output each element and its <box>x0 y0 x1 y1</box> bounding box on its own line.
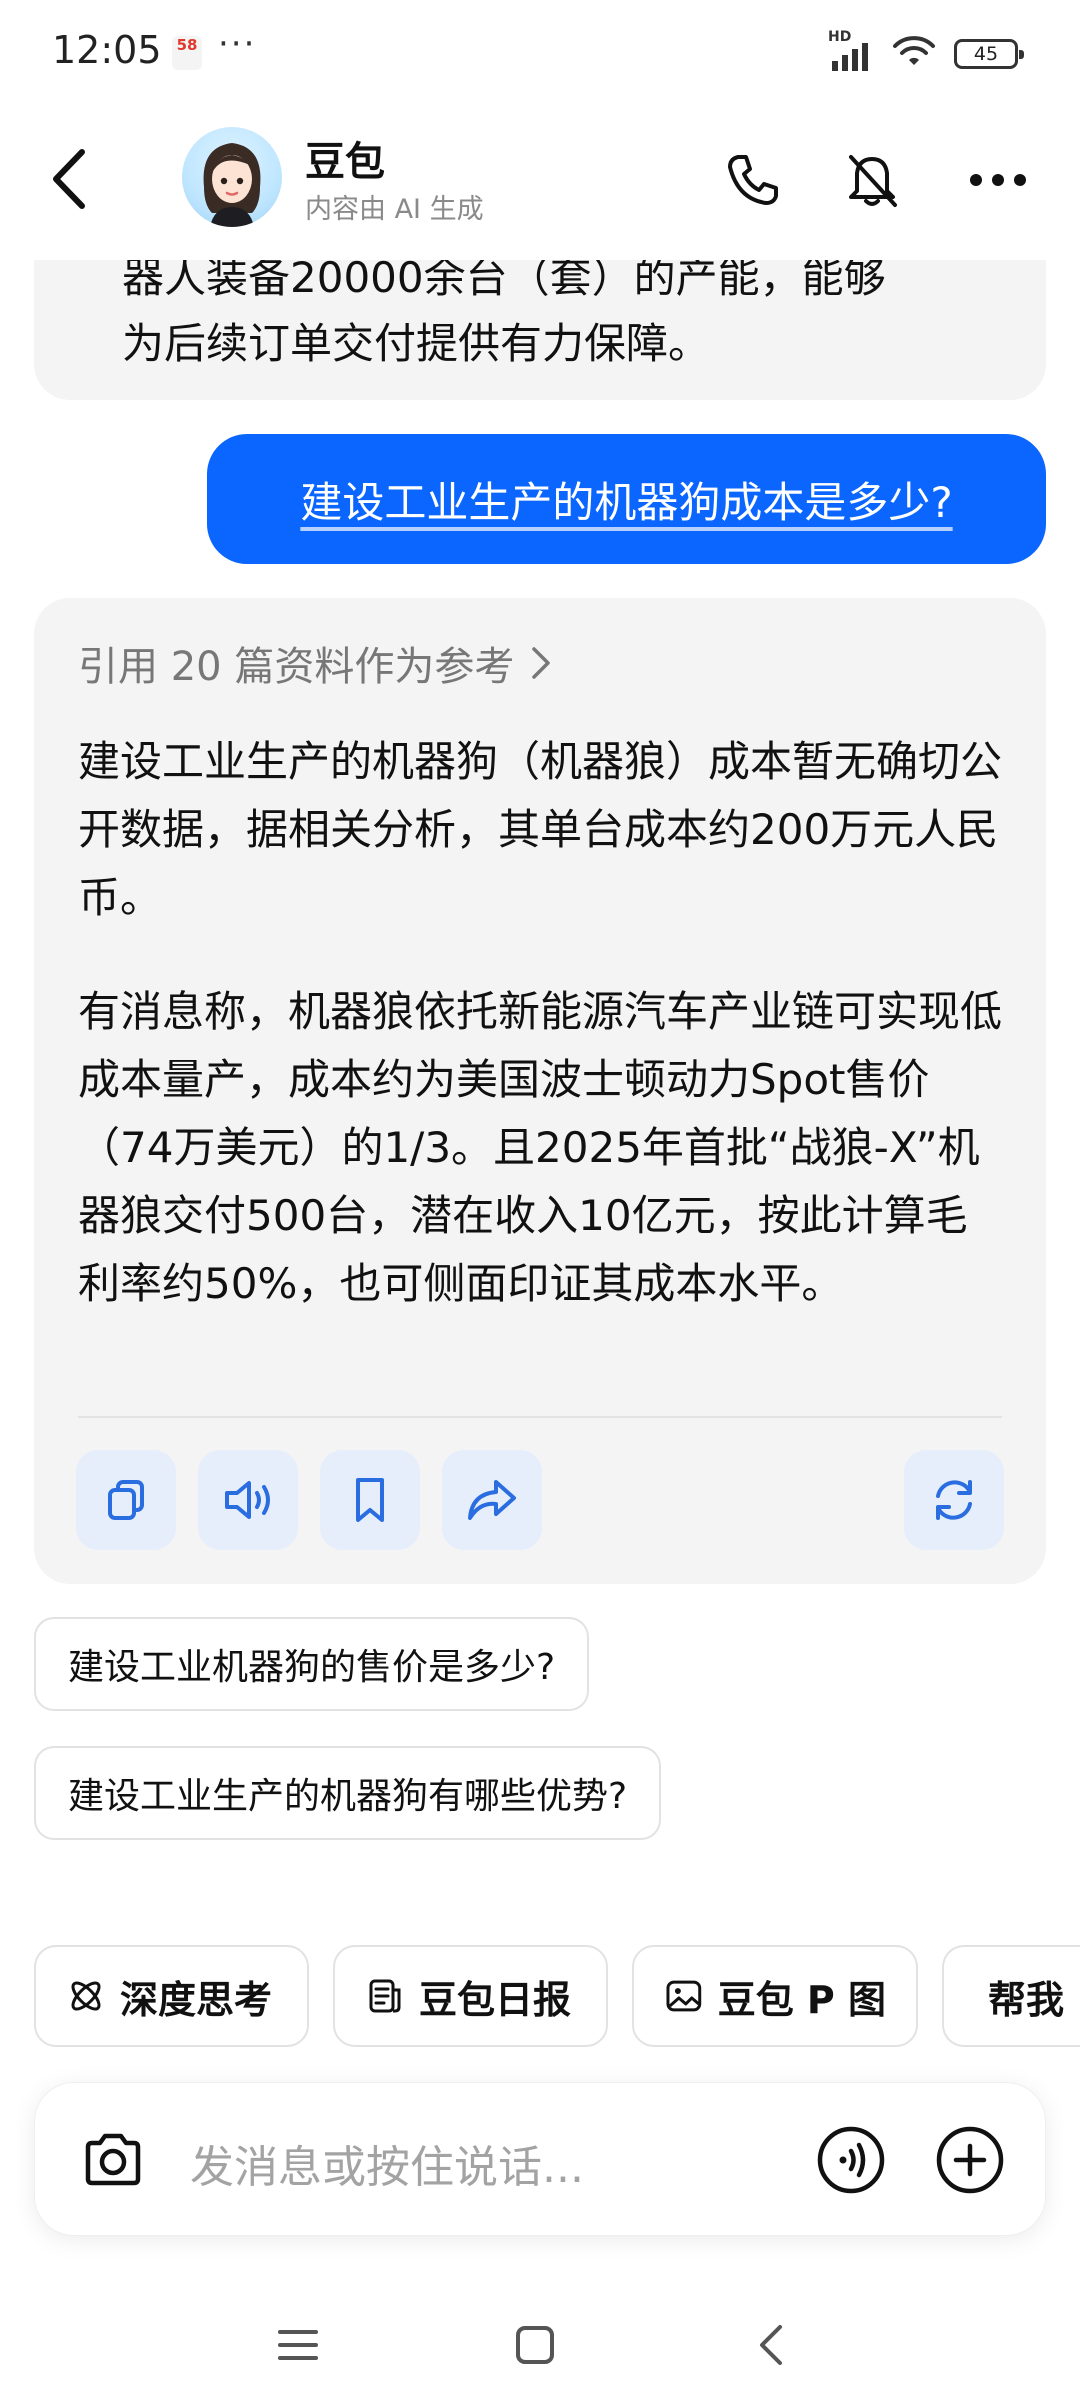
copy-button[interactable] <box>76 1450 176 1550</box>
references-label: 引用 20 篇资料作为参考 <box>78 644 515 690</box>
ai-answer-bubble: 引用 20 篇资料作为参考 建设工业生产的机器狗（机器狼）成本暂无确切公开数据，… <box>34 598 1046 1584</box>
chip-photo-edit[interactable]: 豆包 P 图 <box>632 1945 918 2047</box>
message-line: 为后续订单交付提供有力保障。 <box>122 319 711 368</box>
back-arrow-icon <box>53 149 85 209</box>
back-nav-button[interactable] <box>731 2310 811 2380</box>
regenerate-button[interactable] <box>904 1450 1004 1550</box>
suggestion-text: 建设工业机器狗的售价是多少? <box>68 1647 556 1688</box>
phone-icon <box>728 155 778 205</box>
add-button[interactable] <box>930 2120 1010 2200</box>
chip-label: 豆包日报 <box>419 1977 572 2022</box>
message-input-bar: 发消息或按住说话... <box>34 2082 1046 2236</box>
notification-app-icon: 58 <box>172 36 202 70</box>
voice-icon <box>817 2126 885 2194</box>
answer-paragraph: 有消息称，机器狼依托新能源汽车产业链可实现低成本量产，成本约为美国波士顿动力Sp… <box>78 987 1003 1308</box>
network-label: HD <box>828 29 852 45</box>
references-link[interactable]: 引用 20 篇资料作为参考 <box>78 634 552 692</box>
menu-icon <box>278 2330 318 2360</box>
back-button[interactable] <box>40 139 100 219</box>
bookmark-icon <box>356 1478 384 1522</box>
chip-label: 帮我 <box>988 1977 1065 2022</box>
message-input[interactable]: 发消息或按住说话... <box>190 2131 584 2195</box>
camera-icon <box>85 2133 141 2186</box>
call-button[interactable] <box>718 145 788 215</box>
bot-name: 豆包 <box>305 139 385 185</box>
chip-deep-think[interactable]: 深度思考 <box>34 1945 309 2047</box>
avatar[interactable] <box>182 127 282 227</box>
more-icon <box>970 174 1026 186</box>
mute-button[interactable] <box>837 145 907 215</box>
back-triangle-icon <box>760 2325 782 2365</box>
camera-button[interactable] <box>73 2120 153 2200</box>
chip-daily-report[interactable]: 豆包日报 <box>333 1945 608 2047</box>
status-indicators: HD 45 <box>828 29 1024 74</box>
share-icon <box>468 1480 516 1520</box>
battery-icon: 45 <box>954 39 1024 69</box>
report-icon <box>369 1979 401 2013</box>
user-message-bubble[interactable]: 建设工业生产的机器狗成本是多少? <box>207 434 1046 564</box>
chat-header: 豆包 内容由 AI 生成 <box>0 105 1080 260</box>
more-notifications-icon: ··· <box>218 24 257 64</box>
plus-icon <box>936 2126 1004 2194</box>
wifi-icon <box>892 35 936 73</box>
share-button[interactable] <box>442 1450 542 1550</box>
suggestion-chip[interactable]: 建设工业机器狗的售价是多少? <box>34 1617 590 1711</box>
bookmark-button[interactable] <box>320 1450 420 1550</box>
more-button[interactable] <box>963 145 1033 215</box>
chip-label: 深度思考 <box>120 1977 273 2022</box>
chevron-right-icon <box>532 647 551 679</box>
mute-icon <box>849 155 897 207</box>
user-message-text: 建设工业生产的机器狗成本是多少? <box>300 477 953 527</box>
bot-subtitle: 内容由 AI 生成 <box>305 194 484 225</box>
chip-help-write[interactable]: 帮我 <box>942 1945 1080 2047</box>
home-nav-button[interactable] <box>495 2310 575 2380</box>
voice-button[interactable] <box>811 2120 891 2200</box>
divider <box>78 1416 1002 1418</box>
status-time: 12:05 <box>52 28 162 72</box>
image-edit-icon <box>666 1980 702 2012</box>
answer-paragraph: 建设工业生产的机器狗（机器狼）成本暂无确切公开数据，据相关分析，其单台成本约20… <box>78 737 1003 922</box>
speaker-icon <box>225 1481 270 1519</box>
copy-icon <box>108 1480 144 1520</box>
regenerate-icon <box>936 1480 972 1520</box>
menu-nav-button[interactable] <box>258 2310 338 2380</box>
atom-icon <box>71 1981 101 2011</box>
suggestion-text: 建设工业生产的机器狗有哪些优势? <box>68 1776 628 1817</box>
home-square-icon <box>516 2326 554 2364</box>
status-bar: 12:05 58 ··· HD 45 <box>0 0 1080 105</box>
system-nav-bar <box>0 2290 1080 2400</box>
read-aloud-button[interactable] <box>198 1450 298 1550</box>
chip-label: 豆包 P 图 <box>717 1977 886 2022</box>
suggestion-chip[interactable]: 建设工业生产的机器狗有哪些优势? <box>34 1746 662 1840</box>
chat-screen: 12:05 58 ··· HD 45 器人装备20000余台（套）的产能，能够 … <box>0 0 1080 2400</box>
signal-icon: HD <box>828 29 874 71</box>
